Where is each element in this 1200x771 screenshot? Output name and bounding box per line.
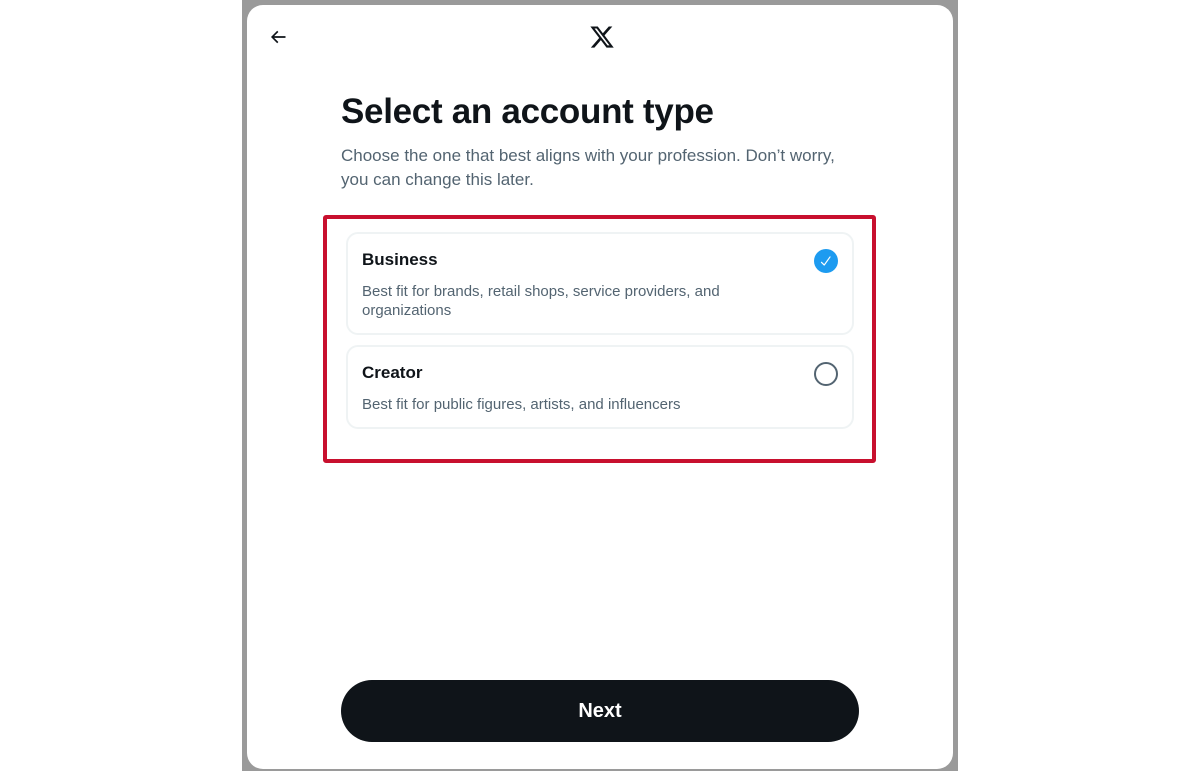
page-subtitle: Choose the one that best aligns with you…: [341, 146, 835, 189]
account-type-dialog: Select an account type Choose the one th…: [247, 5, 953, 769]
account-option-creator[interactable]: Creator Best fit for public figures, art…: [346, 345, 854, 429]
radio-checked-icon[interactable]: [814, 249, 838, 273]
back-button[interactable]: [262, 21, 294, 53]
checkmark-icon: [820, 256, 831, 266]
option-description: Best fit for public figures, artists, an…: [362, 396, 681, 413]
next-button-label: Next: [578, 699, 622, 722]
x-logo-icon: [588, 23, 616, 51]
account-option-business[interactable]: Business Best fit for brands, retail sho…: [346, 232, 854, 335]
arrow-left-icon: [270, 30, 286, 44]
page-title: Select an account type: [341, 92, 714, 131]
option-title: Creator: [362, 363, 423, 382]
radio-unchecked-icon[interactable]: [814, 362, 838, 386]
option-description: Best fit for brands, retail shops, servi…: [362, 283, 720, 319]
next-button[interactable]: Next: [341, 680, 859, 742]
option-title: Business: [362, 250, 438, 269]
